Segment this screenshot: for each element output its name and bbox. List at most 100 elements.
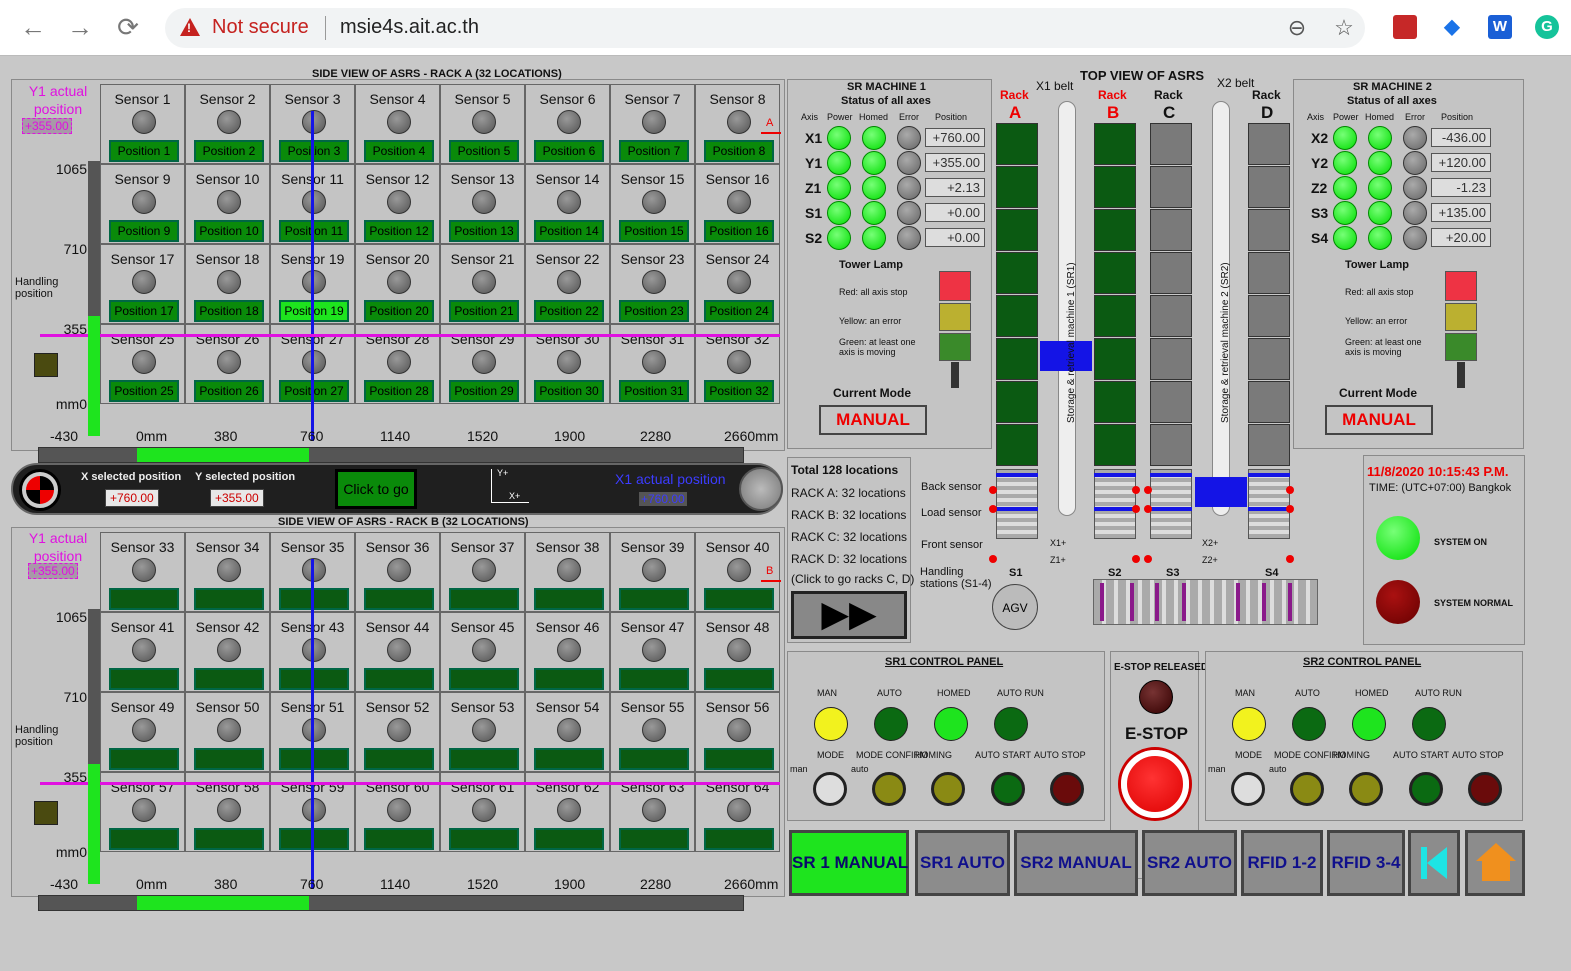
position-button[interactable] [364,748,434,770]
position-button[interactable] [704,588,774,610]
bookmark-star-icon[interactable]: ☆ [1330,14,1358,42]
position-button[interactable]: Position 2 [194,140,264,162]
position-button[interactable] [279,668,349,690]
reload-icon[interactable]: ⟳ [112,12,144,42]
position-button[interactable]: Position 10 [194,220,264,242]
position-button[interactable]: Position 16 [704,220,774,242]
position-button[interactable]: Position 1 [109,140,179,162]
extension-g-icon[interactable]: G [1535,15,1559,39]
position-button[interactable]: Position 26 [194,380,264,402]
not-secure-label[interactable]: Not secure [212,16,309,39]
position-button[interactable]: Position 31 [619,380,689,402]
position-button[interactable] [534,828,604,850]
position-button[interactable]: Position 28 [364,380,434,402]
extension-cap-icon[interactable]: ◆ [1440,15,1464,39]
nav-button[interactable]: SR2 MANUAL [1014,830,1138,896]
position-button[interactable] [109,668,179,690]
position-button[interactable]: Position 12 [364,220,434,242]
position-button[interactable] [619,828,689,850]
position-button[interactable] [109,828,179,850]
position-button[interactable]: Position 22 [534,300,604,322]
nav-button[interactable]: RFID 3-4 [1327,830,1405,896]
position-button[interactable] [619,588,689,610]
position-button[interactable] [279,588,349,610]
control-button[interactable] [931,772,965,806]
nav-button[interactable]: SR 1 MANUAL [789,830,909,896]
position-button[interactable] [364,588,434,610]
position-button[interactable] [704,828,774,850]
x-selected-value[interactable]: +760.00 [105,489,159,507]
control-button[interactable] [813,772,847,806]
position-button[interactable] [194,748,264,770]
homed-led [1368,226,1392,250]
control-button[interactable] [1349,772,1383,806]
position-button[interactable]: Position 6 [534,140,604,162]
position-button[interactable]: Position 8 [704,140,774,162]
position-button[interactable]: Position 5 [449,140,519,162]
click-to-go-button[interactable]: Click to go [335,469,417,509]
position-button[interactable]: Position 4 [364,140,434,162]
position-button[interactable]: Position 25 [109,380,179,402]
position-button[interactable] [704,668,774,690]
position-button[interactable] [194,588,264,610]
position-button[interactable] [449,668,519,690]
control-button[interactable] [1290,772,1324,806]
position-button[interactable]: Position 3 [279,140,349,162]
control-button[interactable] [991,772,1025,806]
control-button[interactable] [1468,772,1502,806]
position-button[interactable]: Position 27 [279,380,349,402]
position-button[interactable] [194,828,264,850]
control-button[interactable] [1050,772,1084,806]
position-button[interactable] [109,748,179,770]
nav-button[interactable]: RFID 1-2 [1241,830,1323,896]
position-button[interactable] [619,668,689,690]
position-button[interactable] [194,668,264,690]
position-button[interactable]: Position 32 [704,380,774,402]
position-button[interactable] [279,828,349,850]
extension-book-icon[interactable] [1393,15,1417,39]
home-icon[interactable] [1465,830,1525,896]
fast-forward-icon[interactable]: ▶▶ [791,591,907,639]
extension-w-icon[interactable]: W [1488,15,1512,39]
position-button[interactable]: Position 21 [449,300,519,322]
position-button[interactable]: Position 9 [109,220,179,242]
position-button[interactable] [534,588,604,610]
position-button[interactable] [534,668,604,690]
position-button[interactable]: Position 19 [279,300,349,322]
position-button[interactable]: Position 11 [279,220,349,242]
position-button[interactable] [704,748,774,770]
position-button[interactable] [364,828,434,850]
skip-back-icon[interactable] [1408,830,1460,896]
position-button[interactable]: Position 17 [109,300,179,322]
control-button[interactable] [1409,772,1443,806]
position-button[interactable]: Position 15 [619,220,689,242]
estop-button[interactable] [1121,750,1189,818]
zoom-knob-icon[interactable] [739,467,783,511]
control-button[interactable] [1231,772,1265,806]
position-button[interactable]: Position 14 [534,220,604,242]
position-button[interactable] [619,748,689,770]
position-button[interactable] [449,828,519,850]
control-button[interactable] [872,772,906,806]
position-button[interactable]: Position 13 [449,220,519,242]
url-text[interactable]: msie4s.ait.ac.th [340,16,479,39]
position-button[interactable]: Position 30 [534,380,604,402]
nav-button[interactable]: SR1 AUTO [915,830,1010,896]
position-button[interactable] [279,748,349,770]
position-button[interactable] [449,748,519,770]
nav-button[interactable]: SR2 AUTO [1142,830,1237,896]
position-button[interactable]: Position 7 [619,140,689,162]
y-selected-value[interactable]: +355.00 [210,489,264,507]
position-button[interactable] [109,588,179,610]
back-icon[interactable]: ← [17,12,49,42]
forward-icon[interactable]: → [64,12,96,42]
position-button[interactable]: Position 18 [194,300,264,322]
zoom-out-icon[interactable]: ⊖ [1283,14,1311,42]
position-button[interactable]: Position 20 [364,300,434,322]
position-button[interactable]: Position 24 [704,300,774,322]
position-button[interactable]: Position 29 [449,380,519,402]
position-button[interactable] [364,668,434,690]
position-button[interactable] [449,588,519,610]
position-button[interactable]: Position 23 [619,300,689,322]
position-button[interactable] [534,748,604,770]
